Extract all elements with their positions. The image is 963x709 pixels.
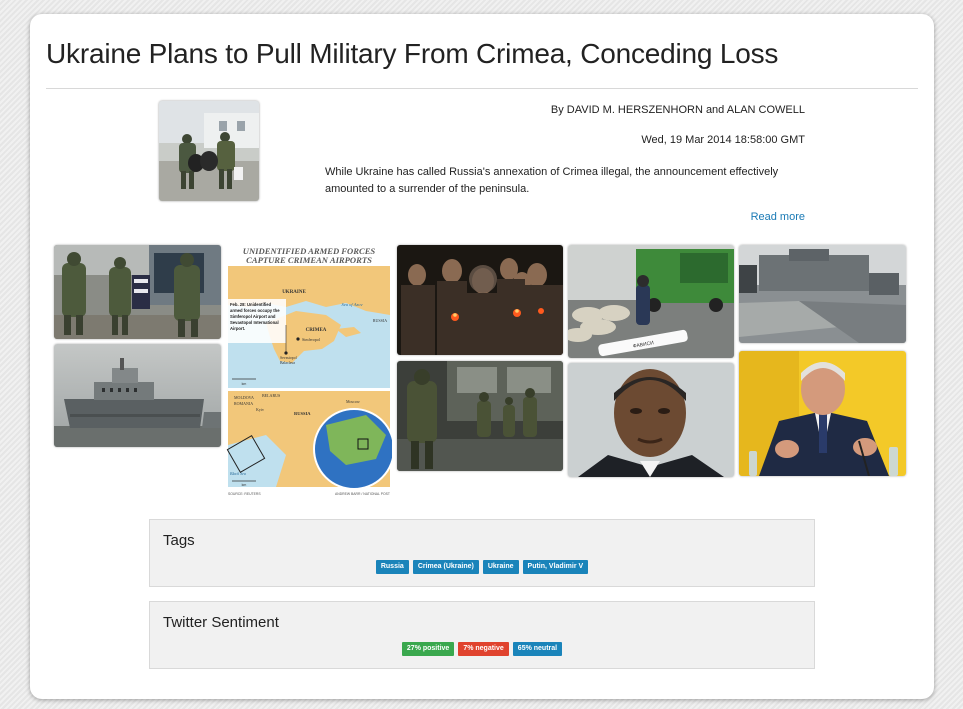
read-more-link[interactable]: Read more (751, 211, 805, 223)
armed-soldiers-photo[interactable] (54, 245, 221, 339)
callout-line-1: Feb. 28: Unidentified (230, 302, 272, 307)
map-label-moscow: Moscow (346, 399, 360, 404)
tag-putin[interactable]: Putin, Vladimir V (522, 560, 589, 574)
map-label-belarus: BELARUS (262, 393, 280, 398)
callout-line-5: Airport. (230, 326, 245, 331)
map-label-sea-of-azov: Sea of Azov (342, 302, 363, 307)
article-title: Ukraine Plans to Pull Military From Crim… (46, 38, 779, 69)
map-source: SOURCE: REUTERS (228, 492, 261, 496)
sentiment-positive-badge: 27% positive (401, 642, 455, 656)
crimea-map-infographic[interactable]: UNIDENTIFIED ARMED FORCES CAPTURE CRIMEA… (226, 245, 392, 498)
navy-ship-photo[interactable] (54, 344, 221, 447)
article-card: Ukraine Plans to Pull Military From Crim… (30, 14, 934, 699)
map-label-ukraine: UKRAINE (282, 290, 306, 295)
sentiment-badges: 27% positive 7% negative 65% neutral (150, 642, 814, 656)
article-date: Wed, 19 Mar 2014 18:58:00 GMT (641, 134, 805, 146)
infographic-title-2: CAPTURE CRIMEAN AIRPORTS (246, 255, 372, 265)
article-summary: While Ukraine has called Russia's annexa… (325, 166, 779, 195)
yanukovych-press-conference-photo[interactable] (739, 351, 906, 476)
title-divider (46, 88, 918, 89)
map-label-russia-inset: RUSSIA (294, 411, 311, 416)
map-scale-1: km (242, 382, 247, 386)
map-label-sevastopol: Sevastopol (280, 356, 297, 360)
tags-panel: Tags Russia Crimea (Ukraine) Ukraine Put… (149, 519, 815, 587)
callout-line-2: armed forces occupy the (230, 308, 280, 313)
checkpoint-sandbags-photo[interactable]: ФАВИСИ (568, 245, 734, 358)
tags-title: Tags (163, 532, 195, 549)
obama-portrait-photo[interactable] (568, 363, 734, 477)
sentiment-neutral-badge: 65% neutral (512, 642, 563, 656)
article-thumbnail[interactable] (159, 101, 259, 201)
map-label-russia: RUSSIA (373, 318, 387, 323)
soldiers-patrol-photo[interactable] (397, 361, 563, 471)
callout-line-4: Sevastopol International (230, 320, 279, 325)
map-label-moldova: MOLDOVA (234, 395, 254, 400)
callout-line-3: Simferopol Airport and (230, 314, 276, 319)
map-label-simferopol: Simferopol (302, 337, 321, 342)
twitter-sentiment-panel: Twitter Sentiment 27% positive 7% negati… (149, 601, 815, 669)
sentiment-title: Twitter Sentiment (163, 614, 279, 631)
map-credit: ANDREW BARR / NATIONAL POST (335, 492, 390, 496)
sentiment-negative-badge: 7% negative (458, 642, 509, 656)
landing-ship-photo[interactable] (739, 245, 906, 343)
map-label-black-sea: Black Sea (230, 471, 246, 476)
article-byline: By DAVID M. HERSZENHORN and ALAN COWELL (550, 104, 805, 116)
map-scale-2: km (242, 483, 247, 487)
map-label-romania: ROMANIA (234, 401, 253, 406)
tag-ukraine[interactable]: Ukraine (482, 560, 519, 574)
tag-crimea[interactable]: Crimea (Ukraine) (412, 560, 479, 574)
candle-vigil-photo[interactable] (397, 245, 563, 355)
tag-russia[interactable]: Russia (375, 560, 409, 574)
map-label-kyiv: Kyiv (256, 407, 264, 412)
tags-list: Russia Crimea (Ukraine) Ukraine Putin, V… (150, 560, 814, 574)
map-label-crimea: CRIMEA (306, 328, 327, 333)
map-label-balaclava: Balaclava (280, 361, 295, 365)
